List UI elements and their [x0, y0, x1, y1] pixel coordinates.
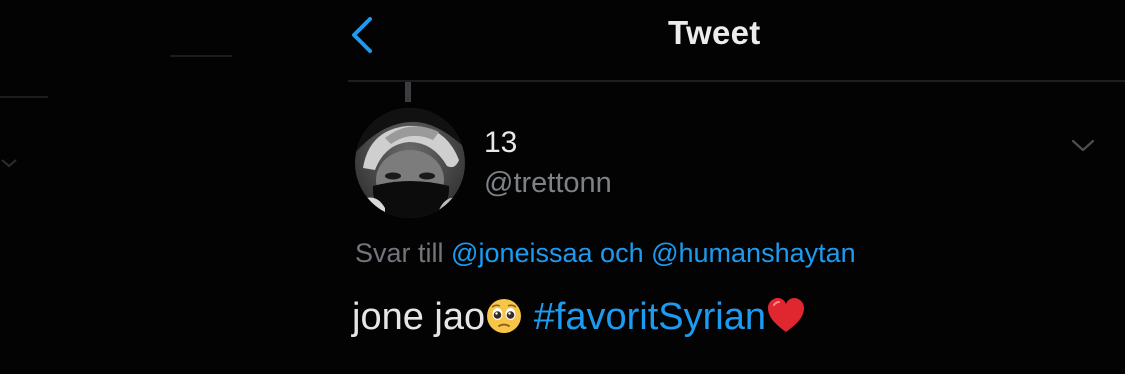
chevron-left-icon[interactable]: [348, 16, 380, 56]
mention-link[interactable]: @humanshaytan: [651, 238, 856, 268]
reply-context: Svar till @joneissaa och @humanshaytan: [355, 238, 856, 269]
avatar-image: [355, 108, 465, 218]
background-chevron-icon: [1, 159, 17, 168]
top-navigation-bar: Tweet: [348, 0, 1125, 80]
tweet-text-body: jone jao: [352, 296, 486, 338]
background-divider: [170, 55, 232, 57]
red-heart-emoji-icon: [768, 298, 805, 332]
mention-link[interactable]: @joneissaa: [451, 238, 593, 268]
author-handle[interactable]: @trettonn: [484, 167, 612, 200]
author-display-name[interactable]: 13: [484, 126, 517, 160]
thread-connector-line: [405, 82, 411, 102]
pleading-face-emoji-icon: [487, 299, 522, 333]
page-title: Tweet: [668, 14, 761, 51]
chevron-down-icon[interactable]: [1070, 136, 1096, 156]
reply-prefix: Svar till: [355, 238, 444, 268]
header-divider: [348, 80, 1125, 82]
tweet-text: jone jao #favoritSyrian: [352, 296, 806, 339]
tweet-detail-screen: Tweet 13 @trettonn Svar till @joneissaa …: [0, 0, 1125, 374]
avatar[interactable]: [355, 108, 465, 218]
reply-conjunction: och: [600, 238, 644, 268]
background-divider: [0, 96, 48, 98]
hashtag-link[interactable]: #favoritSyrian: [534, 296, 766, 338]
